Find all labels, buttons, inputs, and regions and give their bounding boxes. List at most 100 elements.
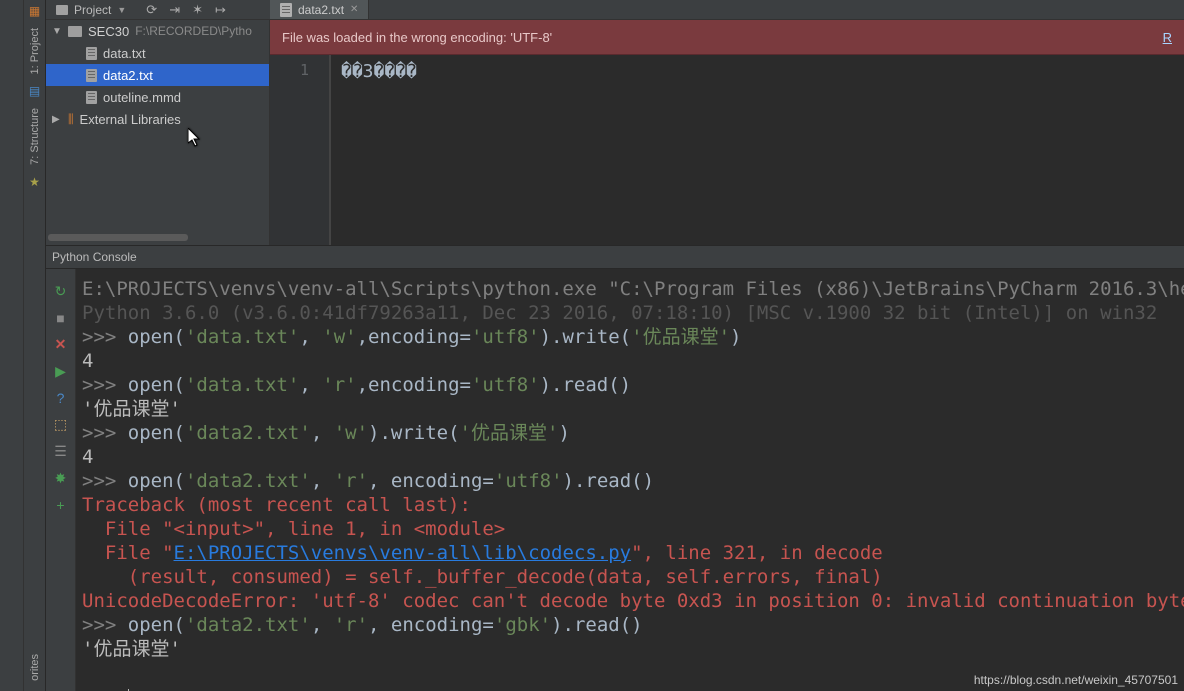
editor-content[interactable]: ��3���� [330, 55, 1184, 245]
t: ).read() [540, 374, 632, 396]
console-output[interactable]: E:\PROJECTS\venvs\venv-all\Scripts\pytho… [76, 269, 1184, 691]
t: 'gbk' [494, 614, 551, 636]
debug-icon[interactable]: ⬚ [54, 416, 67, 433]
t: 'r' [334, 470, 368, 492]
project-tool-icon[interactable]: ▦ [29, 4, 40, 18]
add-icon[interactable]: + [56, 497, 64, 513]
console-out: '优品课堂' [82, 398, 181, 420]
t: open( [128, 422, 185, 444]
close-tab-icon[interactable]: ✕ [350, 4, 358, 15]
t: ,encoding= [357, 374, 471, 396]
console-toolbar: ↻ ■ ✕ ▶ ? ⬚ ☰ ✸ + [46, 269, 76, 691]
traceback-line: Traceback (most recent call last): [82, 494, 471, 516]
tree-external-libs[interactable]: ▶ ⫼ External Libraries [46, 108, 269, 130]
t: , encoding= [368, 470, 494, 492]
new-icon[interactable]: ✸ [55, 470, 67, 487]
toolbar-hide-icon[interactable]: ↦ [215, 2, 226, 18]
t: open( [128, 470, 185, 492]
editor-gutter: 1 [270, 55, 330, 245]
t: 'utf8' [471, 326, 540, 348]
run-icon[interactable]: ▶ [55, 363, 66, 380]
t: ) [558, 422, 569, 444]
warning-action-link[interactable]: R [1163, 30, 1172, 45]
t: 'data2.txt' [185, 470, 311, 492]
traceback-link[interactable]: E:\PROJECTS\venvs\venv-all\lib\codecs.py [174, 542, 632, 564]
structure-tool-icon[interactable]: ▤ [29, 84, 40, 98]
python-console: ↻ ■ ✕ ▶ ? ⬚ ☰ ✸ + E:\PROJECTS\venvs\venv… [46, 269, 1184, 691]
file-label: data2.txt [103, 68, 153, 83]
stop-icon[interactable]: ■ [56, 310, 64, 326]
t: ).write( [540, 326, 632, 348]
toolbar-collapse-icon[interactable]: ⇥ [169, 2, 180, 18]
project-tree[interactable]: ▼ SEC30 F:\RECORDED\Pytho data.txt data2… [46, 20, 270, 245]
left-edge-stripe [0, 0, 24, 691]
editor-pane: File was loaded in the wrong encoding: '… [270, 20, 1184, 245]
tree-root-row[interactable]: ▼ SEC30 F:\RECORDED\Pytho [46, 20, 269, 42]
t: '优品课堂' [631, 326, 730, 348]
favorites-tool-icon[interactable]: ★ [29, 175, 40, 189]
console-out: '优品课堂' [82, 638, 181, 660]
traceback-line: UnicodeDecodeError: 'utf-8' codec can't … [82, 590, 1184, 612]
t: '优品课堂' [460, 422, 559, 444]
t: ", line 321, in decode [631, 542, 883, 564]
t: open( [128, 614, 185, 636]
folder-icon [68, 26, 82, 37]
toolbar-gear-icon[interactable]: ✶ [192, 2, 203, 18]
console-prompt: >>> [82, 614, 128, 636]
favorites-tool-label[interactable]: orites [29, 648, 41, 687]
history-icon[interactable]: ☰ [54, 443, 67, 460]
console-exec-line: E:\PROJECTS\venvs\venv-all\Scripts\pytho… [82, 278, 1184, 300]
project-tool-label[interactable]: 1: Project [29, 22, 41, 80]
project-view-label: Project [74, 3, 111, 17]
tool-window-stripe: ▦ 1: Project ▤ 7: Structure ★ orites [24, 0, 46, 691]
tree-file-row[interactable]: outeline.mmd [46, 86, 269, 108]
file-icon [86, 69, 97, 82]
root-path: F:\RECORDED\Pytho [135, 24, 252, 38]
traceback-line: File "<input>", line 1, in <module> [82, 518, 505, 540]
file-icon [280, 3, 292, 17]
t: 'utf8' [494, 470, 563, 492]
t: 'data.txt' [185, 326, 299, 348]
expand-icon[interactable]: ▼ [52, 26, 62, 37]
t: 'r' [322, 374, 356, 396]
gutter-line-number: 1 [270, 61, 309, 79]
root-name: SEC30 [88, 24, 129, 39]
external-libs-label: External Libraries [80, 112, 181, 127]
tree-file-row[interactable]: data.txt [46, 42, 269, 64]
library-icon: ⫼ [68, 112, 74, 127]
traceback-line: File " [82, 542, 174, 564]
close-icon[interactable]: ✕ [55, 336, 67, 353]
t: , [311, 422, 334, 444]
tree-file-row-selected[interactable]: data2.txt [46, 64, 269, 86]
editor-tabbar: data2.txt ✕ [270, 0, 1184, 20]
console-header: Python Console [46, 245, 1184, 269]
t: 'data.txt' [185, 374, 299, 396]
help-icon[interactable]: ? [57, 390, 65, 406]
file-label: data.txt [103, 46, 146, 61]
console-prompt: >>> [82, 326, 128, 348]
horizontal-scrollbar[interactable] [48, 234, 188, 241]
expand-icon[interactable]: ▶ [52, 114, 62, 125]
console-prompt: >>> [82, 374, 128, 396]
t: open( [128, 326, 185, 348]
t: ).write( [368, 422, 460, 444]
traceback-line: (result, consumed) = self._buffer_decode… [82, 566, 883, 588]
t: 'data2.txt' [185, 614, 311, 636]
warning-text: File was loaded in the wrong encoding: '… [282, 30, 552, 45]
t: 'r' [334, 614, 368, 636]
rerun-icon[interactable]: ↻ [55, 283, 67, 300]
console-prompt: >>> [82, 686, 128, 691]
project-view-dropdown[interactable]: Project ▼ [46, 0, 136, 19]
console-out: 4 [82, 446, 93, 468]
editor-text: ��3���� [341, 61, 417, 82]
structure-tool-label[interactable]: 7: Structure [29, 102, 41, 171]
toolbar-settings-icon[interactable]: ⟳ [146, 2, 157, 18]
t: ,encoding= [357, 326, 471, 348]
t: 'w' [334, 422, 368, 444]
file-icon [86, 47, 97, 60]
editor-tab-data2[interactable]: data2.txt ✕ [270, 0, 369, 19]
t: , [311, 470, 334, 492]
console-prompt: >>> [82, 470, 128, 492]
folder-icon [56, 5, 68, 15]
console-out: 4 [82, 350, 93, 372]
